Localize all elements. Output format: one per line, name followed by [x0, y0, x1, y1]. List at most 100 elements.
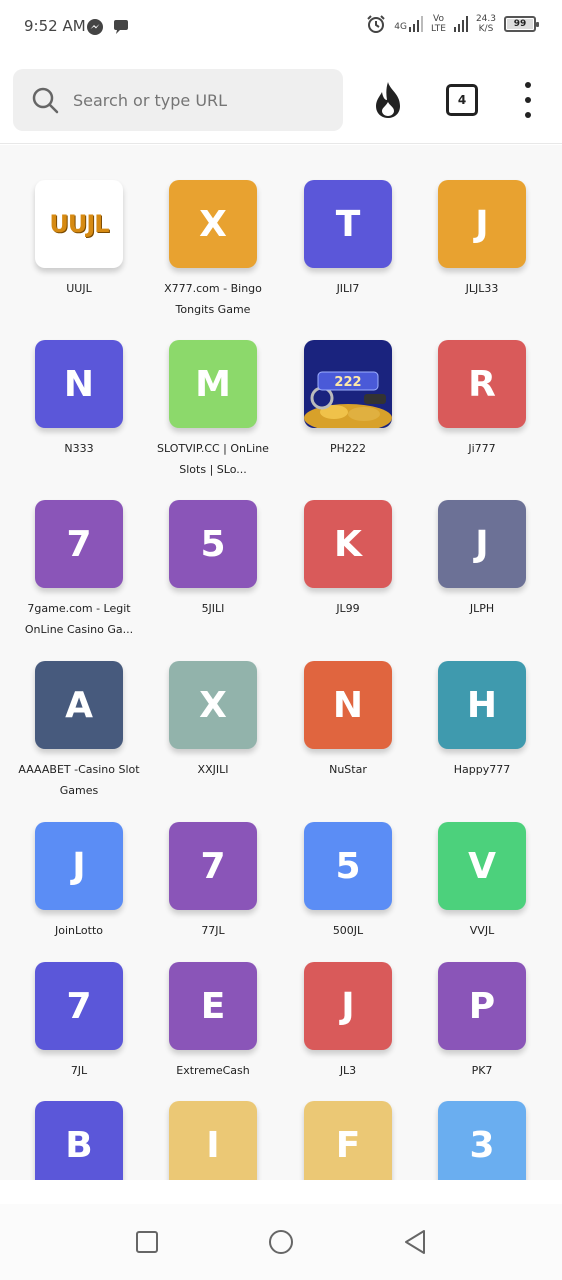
tile-letter-icon: I [169, 1101, 257, 1180]
status-time: 9:52 AM [24, 17, 86, 35]
tile-letter: V [468, 845, 496, 887]
tile-letter-icon: J [35, 822, 123, 910]
tile-letter-icon: B [35, 1101, 123, 1180]
tile-letter-icon: X [169, 180, 257, 268]
tile-label: PK7 [471, 1064, 493, 1077]
svg-text:222: 222 [334, 375, 361, 390]
status-bar: 9:52 AM 4G Vo LTE 24.3 K/S 99 [0, 0, 562, 56]
speed-dial-tile[interactable]: J JL3 [282, 962, 414, 1081]
tile-letter-icon: J [304, 962, 392, 1050]
tile-label: VVJL [469, 924, 495, 937]
speed-dial-tile[interactable]: N NuStar [282, 661, 414, 780]
tile-letter: M [195, 363, 231, 405]
speed-dial-tile[interactable]: H Happy777 [416, 661, 548, 780]
tile-letter-icon: 7 [35, 500, 123, 588]
tile-label: Ji777 [468, 442, 496, 455]
speed-dial-tile[interactable]: 7 77JL [147, 822, 279, 941]
speed-dial-tile[interactable]: E ExtremeCash [147, 962, 279, 1081]
tile-letter: X [199, 203, 227, 245]
status-right-icons: 4G Vo LTE 24.3 K/S 99 [366, 14, 539, 34]
speed-dial-tile[interactable]: B [13, 1101, 145, 1180]
tile-letter-icon: N [35, 340, 123, 428]
recents-button[interactable] [127, 1222, 167, 1262]
speed-dial-tile[interactable]: UUJL UUJL [13, 180, 145, 299]
tile-label: 500JL [332, 924, 364, 937]
tile-label: JLPH [469, 602, 495, 615]
tile-label: N333 [64, 442, 94, 455]
speed-value: 24.3 [475, 14, 496, 24]
tile-label: 7JL [70, 1064, 88, 1077]
speed-dial-tile[interactable]: M SLOTVIP.CC | OnLine Slots | SLo... [147, 340, 279, 480]
tile-letter: 5 [335, 845, 361, 887]
speed-dial-tile[interactable]: I [147, 1101, 279, 1180]
tile-letter: H [466, 684, 498, 726]
search-icon [32, 87, 59, 114]
tile-label: PH222 [330, 442, 366, 455]
tile-label: XXJILI [197, 763, 229, 776]
tab-switcher-button[interactable]: 4 [446, 84, 478, 116]
signal-bars-2-icon [453, 16, 468, 32]
messenger-icon [87, 19, 103, 35]
fire-icon[interactable] [370, 80, 406, 120]
speed-dial-tile[interactable]: 5 5JILI [147, 500, 279, 619]
tile-letter: P [468, 985, 496, 1027]
square-icon [136, 1231, 158, 1253]
browser-toolbar: 4 [0, 56, 562, 144]
tile-letter-icon: N [304, 661, 392, 749]
speed-dial-tile[interactable]: P PK7 [416, 962, 548, 1081]
tile-letter-icon: X [169, 661, 257, 749]
uujl-logo-icon: UUJL [35, 180, 123, 268]
speed-dial-tile[interactable]: 222 PH222 [282, 340, 414, 459]
system-nav-bar [0, 1204, 562, 1280]
tile-letter: N [63, 363, 95, 405]
tile-letter-icon: M [169, 340, 257, 428]
speed-dial-tile[interactable]: A AAAABET -Casino Slot Games [13, 661, 145, 801]
speed-dial-tile[interactable]: T JILI7 [282, 180, 414, 299]
overflow-menu-icon[interactable] [520, 82, 536, 118]
speed-dial-tile[interactable]: X XXJILI [147, 661, 279, 780]
tile-letter-icon: 5 [169, 500, 257, 588]
tile-letter: A [65, 684, 93, 726]
network-type: 4G [394, 22, 407, 32]
speed-dial-tile[interactable]: J JoinLotto [13, 822, 145, 941]
speed-dial-tile[interactable]: N N333 [13, 340, 145, 459]
speed-dial-tile[interactable]: 3 [416, 1101, 548, 1180]
speed-dial-tile[interactable]: X X777.com - Bingo Tongits Game [147, 180, 279, 320]
speed-dial-tile[interactable]: V VVJL [416, 822, 548, 941]
back-button[interactable] [395, 1222, 435, 1262]
speed-dial-tile[interactable]: 7 7game.com - Legit OnLine Casino Ga... [13, 500, 145, 640]
tile-label: JoinLotto [54, 924, 104, 937]
ph222-banner-icon: 222 [304, 340, 392, 428]
speed-dial-tile[interactable]: K JL99 [282, 500, 414, 619]
speed-dial-tile[interactable]: 5 500JL [282, 822, 414, 941]
speed-dial-tile[interactable]: R Ji777 [416, 340, 548, 459]
tile-letter: J [72, 845, 86, 887]
triangle-back-icon [405, 1230, 425, 1254]
tile-label: SLOTVIP.CC | OnLine Slots | SLo... [157, 442, 269, 476]
tile-letter: T [335, 203, 361, 245]
tile-letter: 7 [66, 985, 92, 1027]
tile-letter: K [334, 523, 362, 565]
speed-dial-tile[interactable]: J JLPH [416, 500, 548, 619]
tile-letter-icon: F [304, 1101, 392, 1180]
home-button[interactable] [261, 1222, 301, 1262]
network-speed: 24.3 K/S [476, 14, 496, 34]
tile-letter-icon: T [304, 180, 392, 268]
search-bar[interactable] [13, 69, 343, 131]
tile-letter: N [332, 684, 364, 726]
speed-dial-tile[interactable]: F [282, 1101, 414, 1180]
tile-letter-icon: J [438, 180, 526, 268]
speed-dial-tile[interactable]: J JLJL33 [416, 180, 548, 299]
tile-letter-icon: 3 [438, 1101, 526, 1180]
tile-letter: E [200, 985, 226, 1027]
search-input[interactable] [73, 90, 303, 110]
tile-letter-icon: J [438, 500, 526, 588]
speed-dial-tile[interactable]: 7 7JL [13, 962, 145, 1081]
tile-letter-icon: K [304, 500, 392, 588]
tile-letter: I [206, 1124, 220, 1166]
volte-indicator: Vo LTE [431, 14, 446, 34]
tile-letter-icon: 7 [35, 962, 123, 1050]
tile-letter: F [335, 1124, 361, 1166]
battery-level: 99 [513, 19, 527, 29]
tile-label: JL3 [339, 1064, 357, 1077]
